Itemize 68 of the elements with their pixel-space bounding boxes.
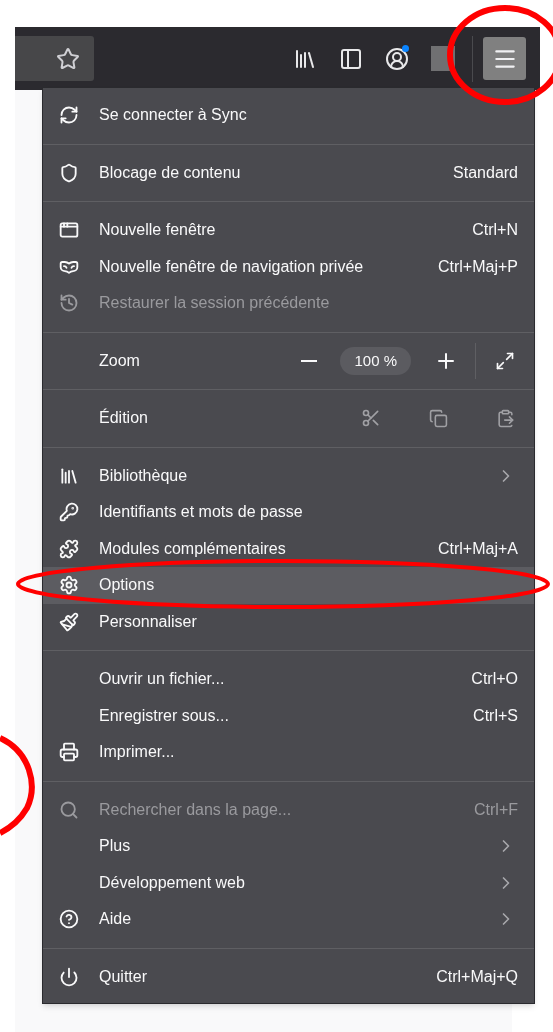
books-icon	[59, 465, 79, 486]
scissors-icon	[361, 408, 381, 429]
sidebar-icon[interactable]	[339, 46, 363, 71]
menu-item[interactable]: Nouvelle fenêtre de navigation privée Ctrl+Maj+P	[43, 248, 534, 285]
menu-item[interactable]: Blocage de contenu Standard	[43, 154, 534, 191]
menu-item-label: Aide	[99, 909, 133, 930]
printer-icon	[59, 742, 79, 763]
menu-item[interactable]: Quitter Ctrl+Maj+Q	[43, 958, 534, 995]
menu-item-label: Ouvrir un fichier...	[99, 669, 226, 690]
refresh-icon	[59, 105, 79, 126]
menu-item-label: Restaurer la session précédente	[99, 293, 331, 314]
menu-item-label: Identifiants et mots de passe	[99, 502, 304, 523]
shortcut-text: Ctrl+F	[474, 799, 518, 820]
shortcut-text: Ctrl+N	[472, 220, 518, 241]
menu-item[interactable]: Imprimer...	[43, 734, 534, 771]
shortcut-text: Standard	[453, 162, 518, 183]
menu-item[interactable]: Développement web	[43, 864, 534, 901]
power-icon	[59, 966, 79, 987]
menu-button[interactable]	[483, 37, 526, 80]
help-icon	[59, 909, 79, 930]
puzzle-icon	[59, 538, 79, 559]
shield-icon	[59, 162, 79, 183]
address-bar[interactable]	[15, 36, 94, 81]
menu-item[interactable]: Bibliothèque	[43, 457, 534, 494]
shortcut-text: Ctrl+O	[471, 669, 518, 690]
menu-item[interactable]: Se connecter à Sync	[43, 97, 534, 134]
clipboard-icon	[495, 408, 515, 428]
menu-item-label: Personnaliser	[99, 611, 198, 632]
shortcut-text: Ctrl+S	[473, 705, 518, 726]
shortcut-text: Ctrl+Maj+Q	[436, 966, 518, 987]
new-window-icon	[59, 220, 79, 241]
star-icon[interactable]	[56, 46, 80, 71]
menu-item-label: Options	[99, 575, 156, 596]
brush-icon	[59, 611, 79, 632]
menu-item[interactable]: Aide	[43, 901, 534, 938]
menu-item-label: Quitter	[99, 966, 148, 987]
menu-item[interactable]: Modules complémentaires Ctrl+Maj+A	[43, 530, 534, 567]
shortcut-text: Ctrl+Maj+P	[437, 256, 518, 277]
shortcut-text: Ctrl+Maj+A	[437, 538, 518, 559]
menu-item-label: Rechercher dans la page...	[99, 799, 293, 820]
menu-item-label: Se connecter à Sync	[99, 105, 248, 126]
zoom-level-button[interactable]: 100 %	[340, 346, 411, 375]
search-icon	[59, 799, 79, 820]
menu-item-label: Bibliothèque	[99, 465, 189, 486]
key-icon	[59, 502, 79, 523]
menu-item-label: Modules complémentaires	[99, 538, 287, 559]
menu-item[interactable]: Options	[43, 567, 534, 604]
menu-item-label: Développement web	[99, 872, 246, 893]
copy-icon	[428, 408, 448, 428]
zoom-label: Zoom	[99, 350, 141, 371]
account-icon[interactable]	[385, 46, 409, 71]
menu-item[interactable]: Plus	[43, 828, 534, 865]
edit-label: Édition	[99, 407, 149, 429]
menu-item[interactable]: Enregistrer sous... Ctrl+S	[43, 697, 534, 734]
menu-item-label: Nouvelle fenêtre	[99, 220, 217, 241]
menu-item[interactable]: Identifiants et mots de passe	[43, 494, 534, 531]
menu-item-label: Blocage de contenu	[99, 162, 242, 183]
expand-icon	[495, 350, 515, 371]
menu-item-label: Enregistrer sous...	[99, 705, 230, 726]
gear-icon	[59, 575, 79, 596]
minus-icon	[301, 359, 318, 362]
menu-item-label: Imprimer...	[99, 742, 176, 763]
menu-item[interactable]: Nouvelle fenêtre Ctrl+N	[43, 212, 534, 249]
menu-item-label: Plus	[99, 836, 132, 857]
restore-icon	[59, 293, 79, 314]
menu-item-label: Nouvelle fenêtre de navigation privée	[99, 256, 365, 277]
menu-item[interactable]: Ouvrir un fichier... Ctrl+O	[43, 661, 534, 698]
menu-item[interactable]: Personnaliser	[43, 603, 534, 640]
